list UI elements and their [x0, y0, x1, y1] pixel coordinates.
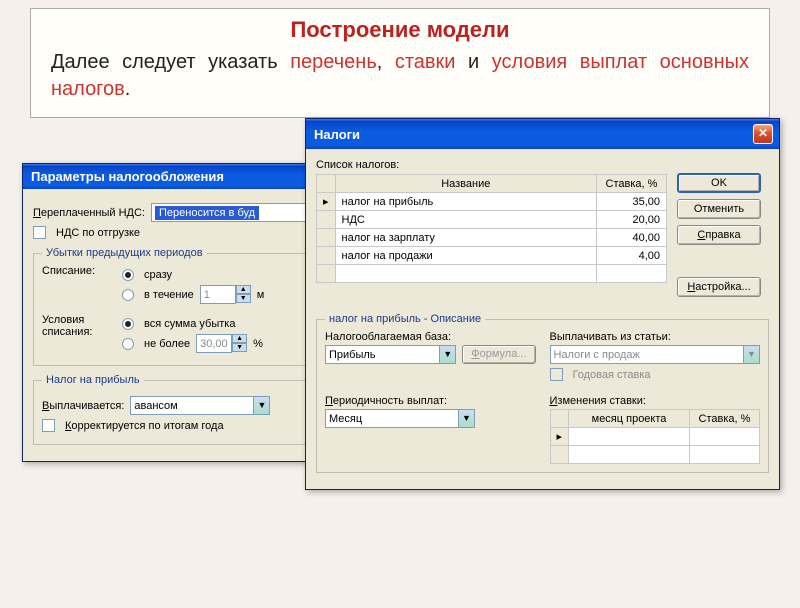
cond-full-label: вся сумма убытка: [144, 318, 235, 330]
page-title: Построение модели: [51, 17, 749, 43]
annual-rate-checkbox: [550, 368, 563, 381]
prior-losses-legend: Убытки предыдущих периодов: [42, 247, 207, 259]
year-correct-checkbox[interactable]: [42, 419, 55, 432]
table-row: ▸: [550, 428, 760, 446]
cond-notmore-label: не более: [144, 338, 190, 350]
col-month: месяц проекта: [569, 410, 690, 428]
chevron-down-icon: ▼: [743, 346, 759, 363]
tax-list-table[interactable]: Название Ставка, % ▸налог на прибыль35,0…: [316, 174, 667, 283]
payfrom-value: Налоги с продаж: [554, 349, 640, 361]
period-combo[interactable]: Месяц ▼: [325, 409, 475, 428]
tax-params-window: Параметры налогообложения Переплаченный …: [22, 163, 342, 462]
vat-on-shipment-checkbox[interactable]: [33, 226, 46, 239]
instruction-panel: Построение модели Далее следует указать …: [30, 8, 770, 118]
tax-params-titlebar[interactable]: Параметры налогообложения: [23, 164, 341, 189]
writeoff-during-spinner[interactable]: ▲▼: [200, 285, 251, 304]
cond-notmore-spinner[interactable]: ▲▼: [196, 334, 247, 353]
col-rate: Ставка, %: [597, 175, 667, 193]
during-unit: м: [257, 289, 265, 301]
payfrom-combo: Налоги с продаж ▼: [550, 345, 761, 364]
rate-changes-table[interactable]: месяц проекта Ставка, % ▸: [550, 409, 761, 464]
tax-params-title: Параметры налогообложения: [31, 169, 224, 184]
spin-down-icon[interactable]: ▼: [232, 343, 247, 352]
rate-changes-label: Изменения ставки:: [550, 395, 761, 407]
row-marker-icon: ▸: [317, 193, 336, 211]
writeoff-immediate-label: сразу: [144, 269, 172, 281]
vat-overpaid-value: Переносится в буд: [155, 206, 259, 220]
period-label: Периодичность выплат:: [325, 395, 536, 407]
cond-full-radio[interactable]: [122, 318, 134, 330]
year-correct-label: Корректируется по итогам года: [65, 420, 224, 432]
cancel-button[interactable]: Отменить: [677, 199, 761, 219]
tax-description-legend: налог на прибыль - Описание: [325, 313, 485, 325]
chevron-down-icon: ▼: [458, 410, 474, 427]
paid-label: Выплачивается:: [42, 400, 124, 412]
table-row: НДС20,00: [317, 211, 667, 229]
annual-rate-label: Годовая ставка: [573, 369, 651, 381]
vat-on-shipment-label: НДС по отгрузке: [56, 227, 140, 239]
paid-value: авансом: [134, 400, 177, 412]
writeoff-during-label: в течение: [144, 289, 194, 301]
formula-button: Формула...: [462, 345, 535, 364]
writeoff-label: Списание:: [42, 265, 112, 277]
taxes-window: Налоги ✕ Список налогов: Название Ставка…: [305, 118, 780, 490]
table-row: налог на продажи4,00: [317, 247, 667, 265]
paid-combo[interactable]: авансом ▼: [130, 396, 270, 415]
writeoff-immediate-radio[interactable]: [122, 269, 134, 281]
writeoff-during-radio[interactable]: [122, 289, 134, 301]
writeoff-during-input[interactable]: [200, 285, 236, 304]
tax-description-group: налог на прибыль - Описание Налогооблага…: [316, 313, 769, 473]
table-row: [550, 446, 760, 464]
table-row: ▸налог на прибыль35,00: [317, 193, 667, 211]
taxes-title: Налоги: [314, 127, 360, 142]
instruction-text: Далее следует указать перечень, ставки и…: [51, 49, 749, 103]
payfrom-label: Выплачивать из статьи:: [550, 331, 761, 343]
chevron-down-icon: ▼: [439, 346, 455, 363]
profit-tax-group: Налог на прибыль Выплачивается: авансом …: [33, 374, 331, 445]
ok-button[interactable]: OK: [677, 173, 761, 193]
row-marker-icon: ▸: [550, 428, 569, 446]
vat-overpaid-label: Переплаченный НДС:: [33, 207, 145, 219]
table-row: налог на зарплату40,00: [317, 229, 667, 247]
tax-base-label: Налогооблагаемая база:: [325, 331, 536, 343]
col-rate2: Ставка, %: [690, 410, 760, 428]
help-button[interactable]: Справка: [677, 225, 761, 245]
taxes-titlebar[interactable]: Налоги ✕: [306, 119, 779, 149]
spin-up-icon[interactable]: ▲: [232, 334, 247, 343]
vat-overpaid-combo[interactable]: Переносится в буд: [151, 203, 331, 222]
settings-button[interactable]: Настройка...: [677, 277, 761, 297]
chevron-down-icon: ▼: [253, 397, 269, 414]
period-value: Месяц: [329, 413, 362, 425]
writeoff-cond-label: Условия списания:: [42, 314, 112, 338]
table-row: [317, 265, 667, 283]
tax-base-combo[interactable]: Прибыль ▼: [325, 345, 456, 364]
tax-list-label: Список налогов:: [316, 159, 667, 171]
col-name: Название: [335, 175, 596, 193]
cond-notmore-radio[interactable]: [122, 338, 134, 350]
spin-up-icon[interactable]: ▲: [236, 285, 251, 294]
tax-base-value: Прибыль: [329, 349, 376, 361]
close-icon[interactable]: ✕: [753, 124, 773, 144]
spin-down-icon[interactable]: ▼: [236, 294, 251, 303]
prior-losses-group: Убытки предыдущих периодов Списание: сра…: [33, 247, 331, 366]
profit-tax-legend: Налог на прибыль: [42, 374, 144, 386]
cond-notmore-input[interactable]: [196, 334, 232, 353]
notmore-unit: %: [253, 338, 263, 350]
